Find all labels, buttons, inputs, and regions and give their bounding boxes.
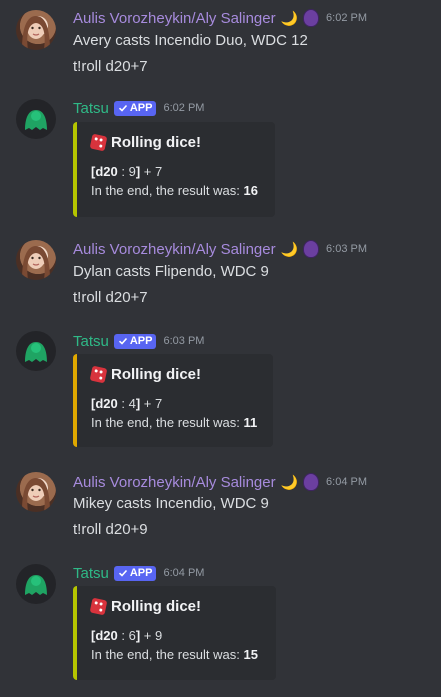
author-name[interactable]: Tatsu (73, 565, 109, 582)
bot-avatar[interactable] (16, 331, 56, 371)
author-name[interactable]: Aulis Vorozheykin/Aly Salinger (73, 241, 276, 258)
embed-title-text: Rolling dice! (111, 598, 201, 615)
moon-icon: 🌙 (280, 473, 299, 490)
check-icon (118, 569, 127, 577)
roll-mod: + 9 (143, 628, 163, 643)
app-tag-label: APP (129, 335, 153, 347)
timestamp[interactable]: 6:03 PM (163, 335, 204, 347)
role-badge-icon (303, 9, 320, 27)
roll-line: [d20 : 4] + 7 (91, 396, 163, 411)
author-name[interactable]: Tatsu (73, 100, 109, 117)
author-name[interactable]: Tatsu (73, 333, 109, 350)
roll-line: [d20 : 9] + 7 (91, 164, 163, 179)
dice-embed: Rolling dice! [d20 : 4] + 7 In the end, … (73, 354, 273, 447)
embed-title: Rolling dice! (89, 365, 201, 384)
author-name[interactable]: Aulis Vorozheykin/Aly Salinger (73, 474, 276, 491)
role-badge-icon (303, 240, 320, 258)
user-avatar[interactable] (16, 10, 56, 50)
app-tag-label: APP (129, 567, 153, 579)
dice-icon (89, 365, 108, 384)
result-prefix: In the end, the result was: (91, 647, 240, 662)
dice-embed: Rolling dice! [d20 : 9] + 7 In the end, … (73, 122, 275, 217)
dice-icon (89, 133, 108, 152)
roll-die: d20 (95, 164, 118, 179)
moon-icon: 🌙 (280, 240, 299, 257)
user-avatar[interactable] (16, 240, 56, 280)
message-line: Avery casts Incendio Duo, WDC 12 (73, 32, 308, 49)
roll-mod: + 7 (143, 164, 163, 179)
timestamp[interactable]: 6:02 PM (163, 102, 204, 114)
timestamp[interactable]: 6:03 PM (326, 243, 367, 255)
bot-avatar[interactable] (16, 99, 56, 139)
result-prefix: In the end, the result was: (91, 415, 240, 430)
moon-icon: 🌙 (280, 9, 299, 26)
message-line: t!roll d20+9 (73, 521, 148, 538)
message-line: t!roll d20+7 (73, 289, 148, 306)
result-line: In the end, the result was: 16 (91, 183, 258, 198)
message-line: Mikey casts Incendio, WDC 9 (73, 495, 269, 512)
result-line: In the end, the result was: 11 (91, 415, 257, 430)
app-tag: APP (113, 565, 157, 581)
timestamp[interactable]: 6:04 PM (163, 567, 204, 579)
check-icon (118, 337, 127, 345)
result-value: 15 (243, 647, 258, 662)
embed-title-text: Rolling dice! (111, 134, 201, 151)
roll-value: 9 (128, 164, 136, 179)
roll-value: 6 (128, 628, 136, 643)
role-badge-icon (303, 473, 320, 491)
dice-icon (89, 597, 108, 616)
dice-embed: Rolling dice! [d20 : 6] + 9 In the end, … (73, 586, 276, 680)
timestamp[interactable]: 6:02 PM (326, 12, 367, 24)
result-prefix: In the end, the result was: (91, 183, 240, 198)
embed-title: Rolling dice! (89, 597, 201, 616)
roll-die: d20 (95, 628, 118, 643)
roll-line: [d20 : 6] + 9 (91, 628, 163, 643)
embed-title: Rolling dice! (89, 133, 201, 152)
app-tag: APP (113, 100, 157, 116)
check-icon (118, 104, 127, 112)
message-line: Dylan casts Flipendo, WDC 9 (73, 263, 269, 280)
app-tag: APP (113, 333, 157, 349)
author-name[interactable]: Aulis Vorozheykin/Aly Salinger (73, 10, 276, 27)
result-value: 11 (243, 415, 258, 430)
bot-avatar[interactable] (16, 564, 56, 604)
roll-die: d20 (95, 396, 118, 411)
app-tag-label: APP (129, 102, 153, 114)
user-avatar[interactable] (16, 472, 56, 512)
roll-value: 4 (128, 396, 136, 411)
result-value: 16 (243, 183, 258, 198)
roll-mod: + 7 (143, 396, 163, 411)
result-line: In the end, the result was: 15 (91, 647, 258, 662)
timestamp[interactable]: 6:04 PM (326, 476, 367, 488)
message-line: t!roll d20+7 (73, 58, 148, 75)
embed-title-text: Rolling dice! (111, 366, 201, 383)
